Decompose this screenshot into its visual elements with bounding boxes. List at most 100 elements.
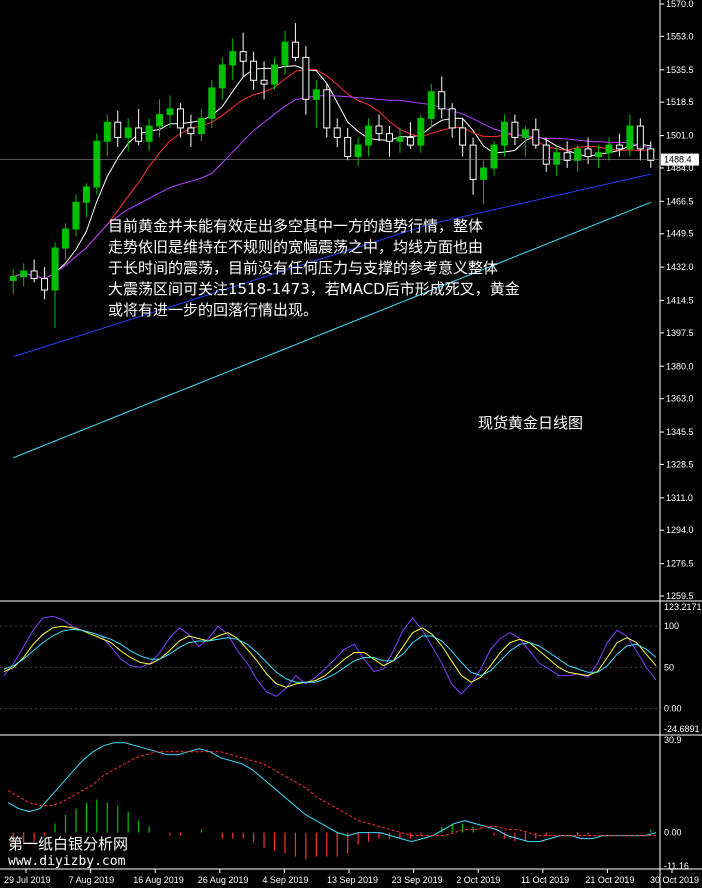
price-tick-label: 1466.5	[666, 196, 694, 206]
candle-body	[490, 144, 498, 169]
candle-body	[30, 270, 38, 280]
chart-subtitle: 现货黄金日线图	[478, 414, 584, 432]
time-tick-label: 26 Aug 2019	[198, 875, 249, 885]
price-tick-label: 1570.0	[666, 0, 694, 9]
candle-body	[93, 140, 101, 188]
price-tick-label: 1259.5	[666, 591, 694, 601]
candle-body	[584, 148, 592, 158]
candle-body	[344, 136, 352, 158]
price-tick-label: 1414.5	[666, 295, 694, 305]
time-tick-label: 4 Sep 2019	[262, 875, 308, 885]
candle-body	[469, 144, 477, 180]
stoch-tick-label: 0.00	[664, 704, 682, 714]
candle-body	[218, 64, 226, 89]
candle-body	[103, 121, 111, 142]
candle-body	[354, 144, 362, 158]
candle-body	[438, 91, 446, 110]
candle-body	[323, 89, 331, 129]
candle-body	[166, 108, 174, 116]
candle-body	[417, 117, 425, 146]
price-tick-label: 1294.0	[666, 525, 694, 535]
candle-body	[9, 276, 17, 281]
time-tick-label: 13 Sep 2019	[327, 875, 378, 885]
candle-body	[135, 127, 143, 142]
candle-body	[500, 121, 508, 146]
macd-tick-label: 30.9	[664, 735, 682, 745]
stoch-tick-label: 50	[664, 662, 674, 672]
candle-body	[187, 127, 195, 135]
candle-body	[448, 108, 456, 129]
candle-body	[626, 125, 634, 150]
candle-body	[521, 129, 529, 138]
current-price-label: 1488.4	[664, 155, 692, 165]
candle-body	[145, 125, 153, 142]
stoch-tick-label: -24.6891	[664, 724, 700, 734]
candle-body	[459, 127, 467, 146]
time-tick-label: 30 Oct 2019	[650, 875, 699, 885]
time-tick-label: 2 Oct 2019	[456, 875, 500, 885]
watermark-url: www.diyizby.com	[8, 854, 126, 869]
candle-body	[480, 167, 488, 180]
analysis-annotation: 目前黄金并未能有效走出多空其中一方的趋势行情，整体 走势依旧是维持在不规则的宽幅…	[108, 217, 520, 319]
time-tick-label: 16 Aug 2019	[133, 875, 184, 885]
candle-body	[197, 117, 205, 135]
candle-body	[302, 56, 310, 100]
candle-body	[595, 152, 603, 158]
price-chart: 123.2171100500.00-24.6891 30.90.00-11.16…	[0, 0, 702, 888]
candle-body	[82, 186, 90, 203]
candle-body	[427, 91, 435, 119]
candle-body	[636, 125, 644, 150]
candle-body	[72, 201, 80, 230]
candle-body	[563, 152, 571, 161]
candle-body	[124, 127, 132, 138]
candle-body	[333, 127, 341, 138]
candle-body	[312, 89, 320, 100]
candle-body	[260, 79, 268, 85]
price-tick-label: 1397.5	[666, 328, 694, 338]
candle-body	[511, 121, 519, 138]
time-tick-label: 23 Sep 2019	[392, 875, 443, 885]
candle-body	[41, 278, 49, 291]
candle-body	[375, 125, 383, 135]
candle-body	[208, 87, 216, 119]
price-tick-label: 1535.5	[666, 65, 694, 75]
candle-body	[239, 51, 247, 62]
candle-body	[553, 152, 561, 165]
candle-body	[229, 51, 237, 66]
price-tick-label: 1432.0	[666, 262, 694, 272]
candle-body	[114, 121, 122, 138]
watermark: 第一纸白银分析网 www.diyizby.com	[8, 835, 128, 871]
time-tick-label: 21 Oct 2019	[585, 875, 634, 885]
candle-body	[385, 133, 393, 142]
candle-body	[20, 270, 28, 278]
candle-body	[271, 64, 279, 85]
watermark-name: 第一纸白银分析网	[8, 835, 129, 853]
price-tick-label: 1501.0	[666, 131, 694, 141]
candle-body	[396, 136, 404, 142]
candle-body	[605, 144, 613, 154]
candle-body	[51, 247, 59, 291]
price-tick-label: 1311.0	[666, 493, 693, 503]
candle-body	[365, 125, 373, 146]
time-tick-label: 7 Aug 2019	[69, 875, 115, 885]
price-tick-label: 1449.5	[666, 229, 694, 239]
candle-body	[250, 60, 258, 81]
price-tick-label: 1553.0	[666, 31, 694, 41]
price-tick-label: 1363.0	[666, 394, 694, 404]
candle-body	[532, 129, 540, 146]
price-tick-label: 1345.5	[666, 427, 694, 437]
price-tick-label: 1328.5	[666, 459, 694, 469]
stoch-tick-label: 100	[664, 621, 679, 631]
stoch-tick-label: 123.2171	[664, 602, 702, 612]
candle-body	[615, 144, 623, 150]
candle-body	[574, 148, 582, 161]
price-tick-label: 1380.0	[666, 361, 694, 371]
time-tick-label: 29 Jul 2019	[4, 875, 51, 885]
price-tick-label: 1276.5	[666, 559, 694, 569]
candle-body	[647, 148, 655, 161]
candle-body	[281, 41, 289, 66]
macd-tick-label: 0.00	[664, 828, 682, 838]
candle-body	[542, 144, 550, 165]
candle-body	[61, 228, 69, 249]
time-tick-label: 11 Oct 2019	[521, 875, 569, 885]
